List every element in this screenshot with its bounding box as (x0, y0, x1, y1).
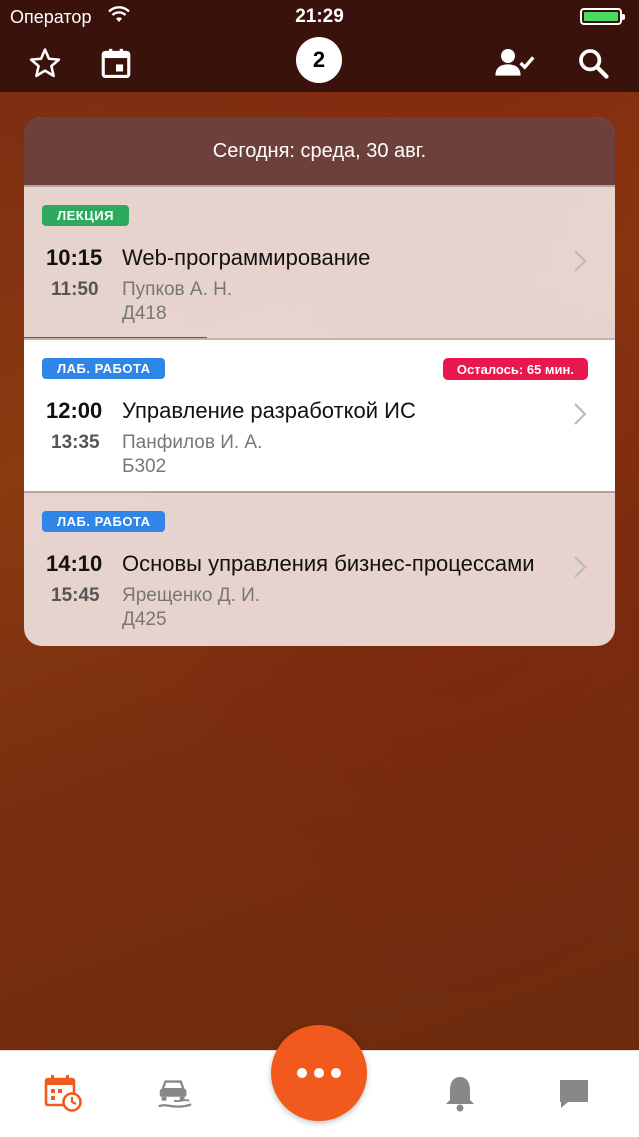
favorites-button[interactable] (22, 40, 68, 86)
lesson-end-time: 13:35 (51, 432, 100, 453)
lesson-end-time: 15:45 (51, 585, 100, 606)
week-number-badge[interactable]: 2 (296, 37, 342, 83)
chevron-right-icon (574, 556, 587, 578)
tab-sessions[interactable] (155, 1073, 195, 1113)
car-road-icon (158, 1080, 192, 1108)
lesson-room: Д418 (122, 303, 167, 324)
lesson-end-time: 11:50 (51, 279, 99, 300)
bell-icon (446, 1077, 474, 1112)
chevron-right-icon (574, 403, 587, 425)
lesson-subject: Управление разработкой ИС (122, 398, 416, 423)
person-check-icon (495, 49, 535, 76)
chevron-right-icon (574, 250, 587, 272)
group-select-button[interactable] (492, 40, 538, 86)
calendar-icon (101, 48, 131, 79)
lesson-start-time: 10:15 (46, 245, 103, 270)
calendar-button[interactable] (93, 40, 139, 86)
battery-icon (580, 8, 625, 25)
status-bar: Оператор 21:29 (0, 0, 639, 34)
calendar-clock-icon (44, 1075, 82, 1112)
more-dots-icon (297, 1068, 307, 1078)
lesson-row[interactable]: ЛАБ. РАБОТА 14:10 15:45 Основы управлени… (24, 491, 615, 644)
day-header: Сегодня: среда, 30 авг. (24, 117, 615, 185)
lesson-row[interactable]: ЛЕКЦИЯ 10:15 11:50 Web-программирование … (24, 185, 615, 340)
clock: 21:29 (295, 6, 344, 27)
lesson-type-badge: ЛАБ. РАБОТА (42, 358, 166, 379)
lesson-room: Б302 (122, 456, 167, 477)
lesson-row[interactable]: ЛАБ. РАБОТА Осталось: 65 мин. 12:00 13:3… (24, 338, 615, 491)
chat-icon (560, 1080, 588, 1108)
lesson-start-time: 12:00 (46, 398, 103, 423)
tab-notifications[interactable] (440, 1073, 480, 1113)
tab-messages[interactable] (554, 1073, 594, 1113)
lesson-type-badge: ЛЕКЦИЯ (42, 205, 129, 226)
tab-schedule[interactable] (43, 1073, 83, 1113)
lesson-subject: Web-программирование (122, 245, 371, 270)
lesson-subject: Основы управления бизнес-процессами (122, 551, 535, 576)
today-label: Сегодня: среда, 30 авг. (212, 139, 427, 162)
search-icon (579, 49, 609, 79)
lesson-room: Д425 (122, 609, 167, 630)
top-nav: 2 (0, 34, 639, 92)
more-button[interactable] (271, 1025, 367, 1121)
lesson-start-time: 14:10 (46, 551, 103, 576)
lesson-teacher: Ярещенко Д. И. (122, 585, 261, 606)
star-icon (29, 48, 61, 78)
lesson-teacher: Пупков А. Н. (122, 279, 233, 300)
lesson-type-badge: ЛАБ. РАБОТА (42, 511, 166, 532)
schedule-card: Сегодня: среда, 30 авг. ЛЕКЦИЯ 10:15 11:… (24, 117, 615, 646)
search-button[interactable] (570, 40, 616, 86)
time-remaining-badge: Осталось: 65 мин. (442, 358, 588, 380)
lesson-teacher: Панфилов И. А. (122, 432, 263, 453)
